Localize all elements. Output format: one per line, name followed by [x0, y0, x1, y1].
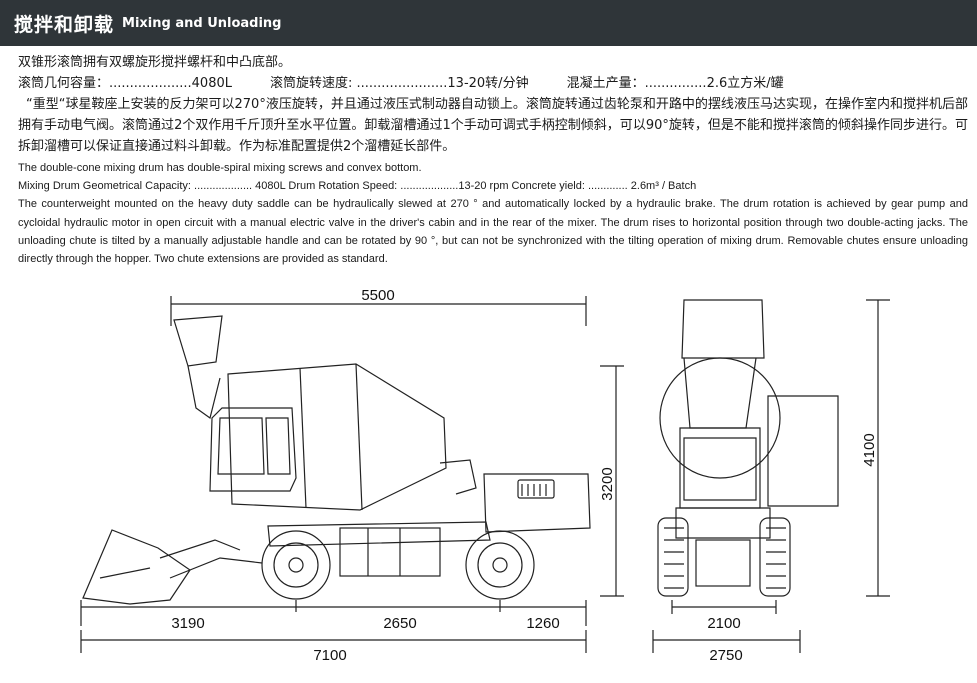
- cn-spec-line: 滚筒几何容量：....................4080L 滚筒旋转速度:…: [18, 73, 968, 94]
- fuel-tank: [339, 527, 441, 577]
- dim-rear-overhang: 1260: [526, 615, 559, 632]
- front-right-tire: [759, 517, 791, 597]
- cn-paragraph: “重型“球星鞍座上安装的反力架可以270°液压旋转，并且通过液压式制动器自动锁上…: [18, 97, 968, 154]
- rear-wheel: [465, 530, 535, 600]
- front-left-tire: [657, 517, 689, 597]
- dim-wheelbase: 2650: [383, 615, 416, 632]
- front-cab-side: [767, 395, 839, 507]
- dim-overall-width: 2750: [709, 647, 742, 664]
- cn-spec-yield: 混凝土产量：...............2.6立方米/罐: [566, 76, 784, 91]
- dim-track-width: 2100: [707, 615, 740, 632]
- en-intro: The double-cone mixing drum has double-s…: [18, 162, 422, 174]
- dim-total-length: 7100: [313, 647, 346, 664]
- dim-front-overhang: 3190: [171, 615, 204, 632]
- en-spec-line: Mixing Drum Geometrical Capacity: ......…: [18, 180, 697, 193]
- front-drum: [659, 357, 781, 479]
- loading-bucket: [82, 529, 191, 605]
- cab: [209, 407, 297, 492]
- front-wheel: [261, 530, 331, 600]
- front-chute: [681, 299, 765, 359]
- dim-height-front: 4100: [861, 433, 878, 466]
- chassis-frame: [267, 521, 491, 547]
- description-block: 双锥形滚筒拥有双螺旋形搅拌螺杆和中凸底部。 滚筒几何容量：...........…: [18, 52, 968, 268]
- cn-spec-capacity: 滚筒几何容量：....................4080L: [18, 76, 232, 91]
- cn-intro: 双锥形滚筒拥有双螺旋形搅拌螺杆和中凸底部。: [18, 55, 292, 70]
- discharge-chute: [173, 315, 223, 367]
- mixing-drum: [227, 363, 447, 511]
- section-title-cn: 搅拌和卸载: [14, 13, 115, 36]
- section-header: 搅拌和卸载 Mixing and Unloading: [0, 0, 977, 46]
- dim-height-side: 3200: [599, 467, 616, 500]
- side-view: [80, 296, 624, 653]
- cn-spec-speed: 滚筒旋转速度: ......................13-20转/分钟: [269, 76, 529, 91]
- front-view: [652, 299, 890, 653]
- section-title-en: Mixing and Unloading: [122, 15, 282, 31]
- en-paragraph: The counterweight mounted on the heavy d…: [18, 198, 968, 266]
- dim-overall-length-top: 5500: [361, 287, 394, 304]
- technical-drawing: 5500 3200 3190 2650 1260 7100 4100 2100 …: [80, 287, 890, 664]
- rear-engine-body: [483, 473, 591, 533]
